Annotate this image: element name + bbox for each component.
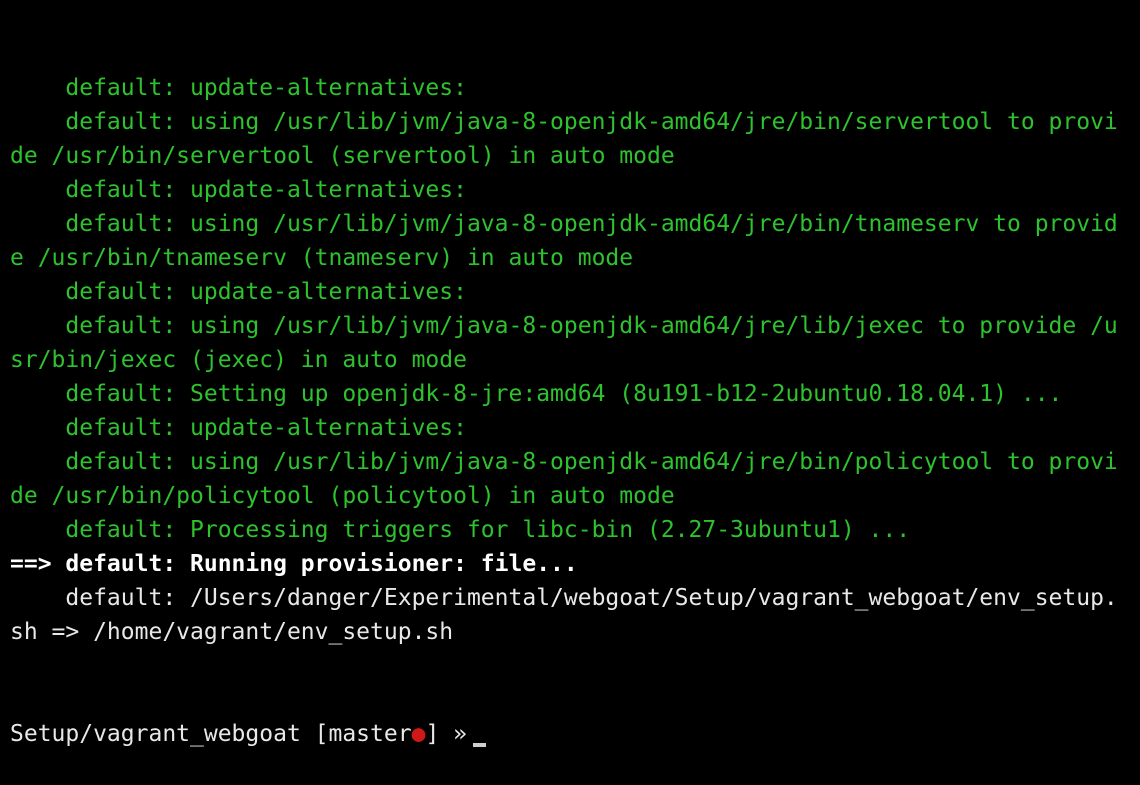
output-line: e /usr/bin/tnameserv (tnameserv) in auto… (10, 245, 634, 271)
output-line: default: Processing triggers for libc-bi… (10, 517, 911, 543)
output-line: de /usr/bin/policytool (policytool) in a… (10, 483, 675, 509)
output-line: default: using /usr/lib/jvm/java-8-openj… (10, 449, 1118, 475)
prompt-branch-close: ] (425, 721, 440, 747)
output-line: default: using /usr/lib/jvm/java-8-openj… (10, 313, 1118, 339)
prompt-path: Setup/vagrant_webgoat (10, 721, 301, 747)
output-line: default: Setting up openjdk-8-jre:amd64 … (10, 381, 1063, 407)
output-line: default: update-alternatives: (10, 415, 467, 441)
output-line: de /usr/bin/servertool (servertool) in a… (10, 143, 675, 169)
terminal-window[interactable]: default: update-alternatives: default: u… (10, 3, 1134, 785)
shell-prompt-line[interactable]: Setup/vagrant_webgoat [master●] » (10, 717, 1134, 751)
output-line: sh => /home/vagrant/env_setup.sh (10, 619, 454, 645)
output-line: default: /Users/danger/Experimental/webg… (10, 585, 1118, 611)
output-line: default: using /usr/lib/jvm/java-8-openj… (10, 109, 1118, 135)
prompt-symbol: » (439, 721, 467, 747)
prompt-branch-open: [master (300, 721, 412, 747)
output-line: sr/bin/jexec (jexec) in auto mode (10, 347, 467, 373)
dirty-indicator-icon: ● (411, 721, 426, 747)
output-line: default: update-alternatives: (10, 75, 467, 101)
text-cursor (473, 743, 486, 747)
terminal-output: default: update-alternatives: default: u… (10, 71, 1134, 649)
output-line: default: update-alternatives: (10, 279, 467, 305)
output-line: ==> default: Running provisioner: file..… (10, 551, 578, 577)
output-line: default: using /usr/lib/jvm/java-8-openj… (10, 211, 1118, 237)
output-line: default: update-alternatives: (10, 177, 467, 203)
